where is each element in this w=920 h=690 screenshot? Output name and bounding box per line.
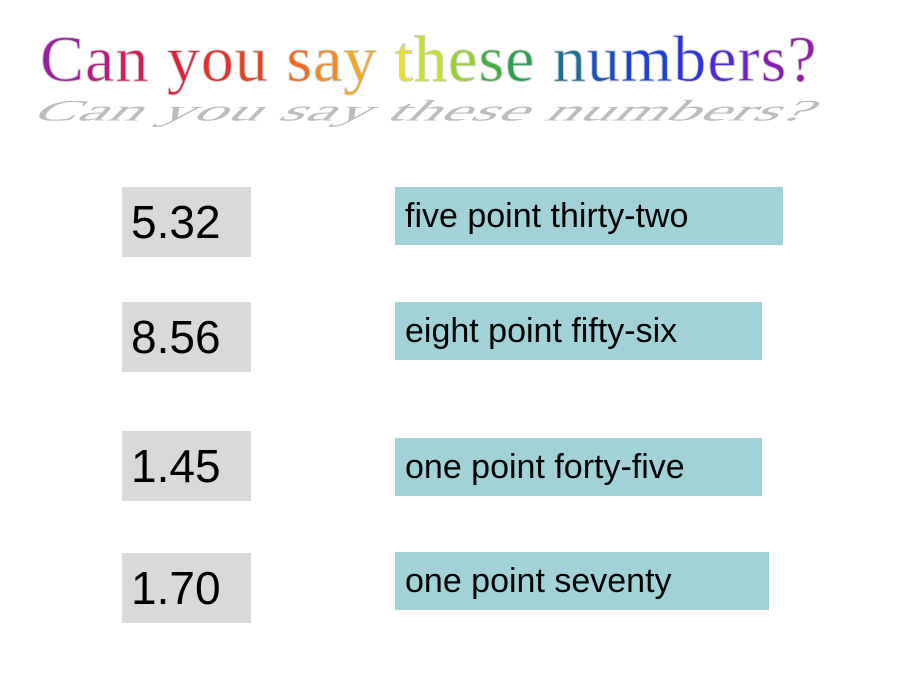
title-letter: e — [505, 23, 536, 97]
title-letter: o — [200, 23, 235, 97]
word-box: one point forty-five — [395, 438, 762, 496]
number-box: 1.45 — [122, 431, 251, 501]
number-box: 8.56 — [122, 302, 251, 372]
title-letter: h — [414, 23, 449, 97]
title-letter: s — [760, 23, 788, 97]
title-letter — [269, 23, 287, 96]
title-letter: u — [234, 23, 269, 97]
title-letter: C — [39, 23, 86, 97]
slide-title: Can you say these numbers? Can you say t… — [0, 22, 920, 128]
title-letter — [149, 23, 167, 96]
word-box: eight point fifty-six — [395, 302, 762, 360]
title-letter: u — [586, 23, 621, 97]
title-letter: s — [478, 23, 506, 97]
title-letter: n — [552, 23, 587, 97]
title-letter: n — [115, 23, 150, 97]
title-letter: m — [620, 23, 674, 97]
title-letter: e — [707, 23, 738, 97]
word-box: one point seventy — [395, 552, 769, 610]
title-letter: t — [394, 23, 415, 97]
title-letter: ? — [787, 23, 818, 97]
number-box: 1.70 — [122, 553, 251, 623]
title-letter: s — [286, 23, 314, 97]
title-letter: a — [313, 23, 344, 97]
title-letter: y — [166, 23, 201, 97]
title-letter: r — [737, 23, 761, 97]
word-box: five point thirty-two — [395, 187, 783, 245]
title-letter: e — [448, 23, 479, 97]
title-letter: y — [343, 23, 378, 97]
title-letter — [535, 23, 553, 96]
title-text: Can you say these numbers? — [39, 22, 818, 98]
title-letter — [377, 23, 395, 96]
title-shadow: Can you say these numbers? — [22, 94, 834, 128]
title-letter: b — [673, 23, 708, 97]
number-box: 5.32 — [122, 187, 251, 257]
title-letter: a — [85, 23, 116, 97]
